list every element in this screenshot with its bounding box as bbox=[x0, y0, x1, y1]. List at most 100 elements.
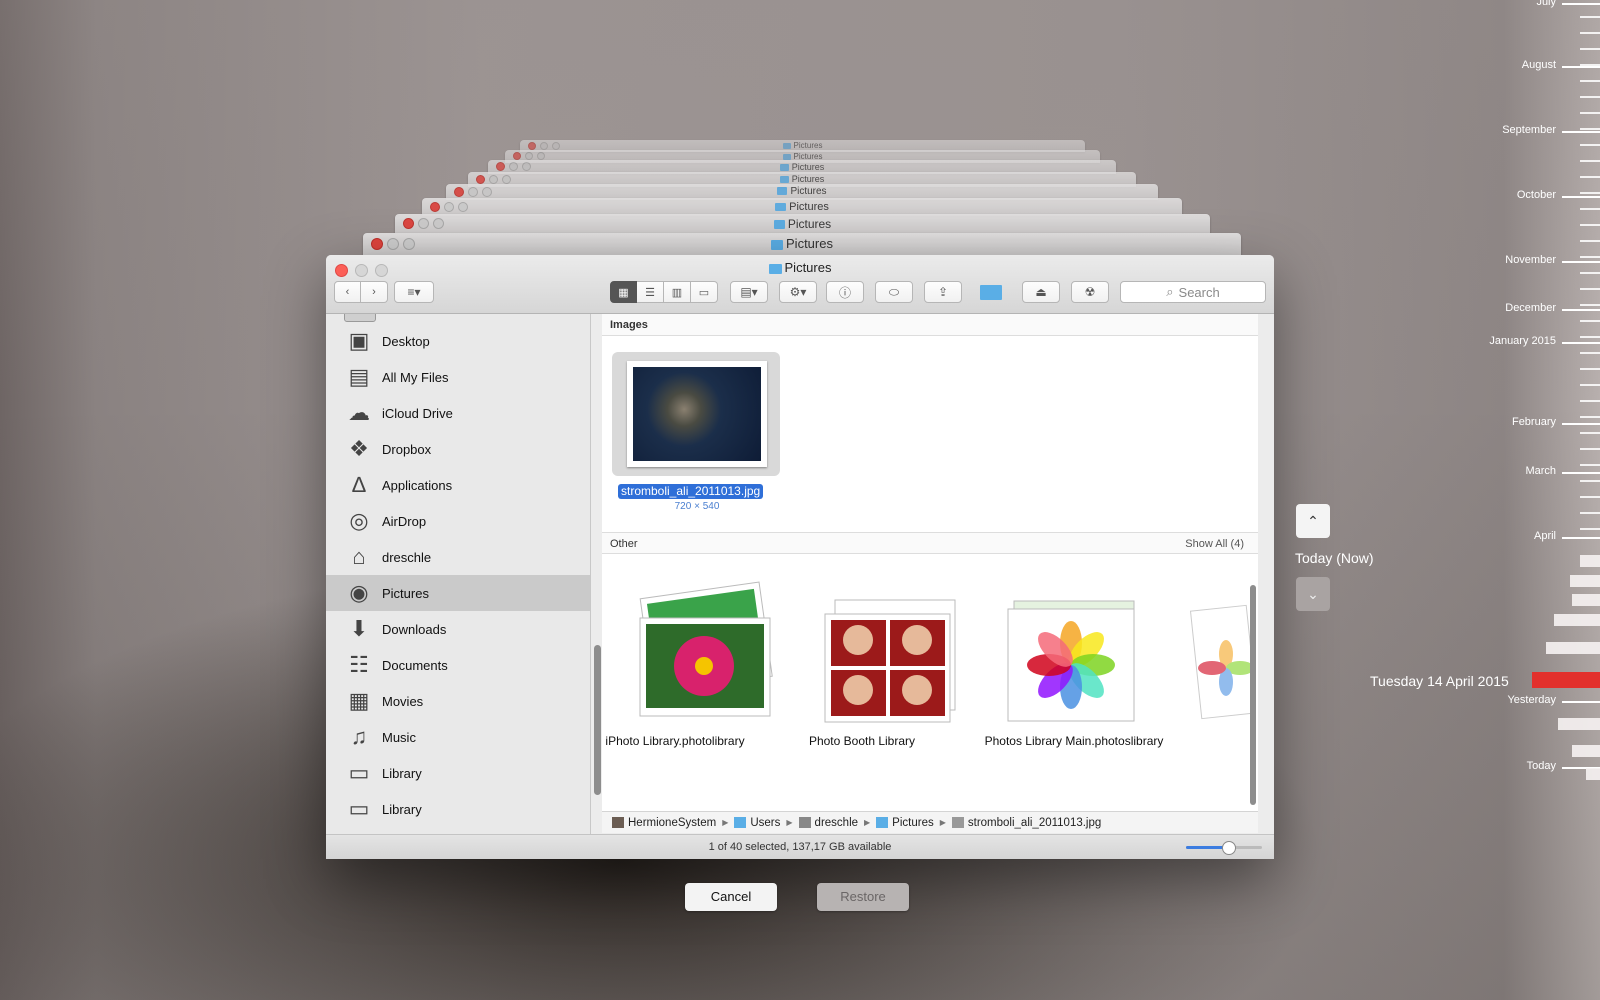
sidebar-item-icloud-drive[interactable]: ☁ iCloud Drive bbox=[326, 395, 590, 431]
column-view-button[interactable]: ▥ bbox=[664, 281, 691, 303]
icon-size-slider[interactable] bbox=[1186, 841, 1262, 855]
timeline-backup-bar[interactable] bbox=[1586, 768, 1600, 780]
partial-library-icon[interactable] bbox=[1186, 604, 1256, 722]
cover-flow-button[interactable]: ▭ bbox=[691, 281, 718, 303]
path-separator-icon: ▶ bbox=[786, 818, 793, 827]
group-menu-button[interactable]: ▤▾ bbox=[730, 281, 768, 303]
timeline-backup-bar[interactable] bbox=[1546, 642, 1600, 654]
sidebar-item-all-my-files[interactable]: ▤ All My Files bbox=[326, 359, 590, 395]
timeline-month-label[interactable]: March bbox=[1525, 465, 1556, 477]
path-segment-label: stromboli_ali_2011013.jpg bbox=[967, 816, 1102, 829]
action-menu-button[interactable]: ⚙▾ bbox=[779, 281, 817, 303]
sidebar-item-desktop[interactable]: ▣ Desktop bbox=[326, 323, 590, 359]
forward-button[interactable]: › bbox=[361, 281, 388, 303]
share-button[interactable]: ⇪ bbox=[924, 281, 962, 303]
file-name-label[interactable]: stromboli_ali_2011013.jpg bbox=[618, 484, 764, 499]
timeline-backup-bar[interactable] bbox=[1572, 594, 1600, 606]
timeline-month-label[interactable]: Today bbox=[1527, 760, 1556, 772]
sidebar-item-music[interactable]: ♫ Music bbox=[326, 719, 590, 755]
sidebar-item-airdrop[interactable]: ◎ AirDrop bbox=[326, 503, 590, 539]
icon-size-slider-knob[interactable] bbox=[1221, 841, 1236, 855]
chevron-down-icon: ⌄ bbox=[1307, 585, 1319, 602]
timeline-month-label[interactable]: January 2015 bbox=[1489, 335, 1556, 347]
timeline-month-label[interactable]: August bbox=[1522, 59, 1556, 71]
image-thumbnail-selected[interactable] bbox=[612, 352, 780, 476]
timeline-tick bbox=[1580, 432, 1600, 434]
timeline-backup-bar[interactable] bbox=[1558, 718, 1600, 730]
timeline-month-label[interactable]: September bbox=[1502, 124, 1556, 136]
photo-booth-library-label: Photo Booth Library bbox=[808, 734, 916, 748]
cancel-button[interactable]: Cancel bbox=[685, 883, 777, 911]
content-scrollbar[interactable] bbox=[1250, 585, 1256, 805]
timeline-month-label[interactable]: December bbox=[1505, 302, 1556, 314]
arrange-menu-button[interactable]: ≡▾ bbox=[394, 281, 434, 303]
sidebar-item-library[interactable]: ▭ Library bbox=[326, 791, 590, 827]
timeline-current-marker[interactable] bbox=[1532, 672, 1600, 688]
timeline-tick bbox=[1580, 208, 1600, 210]
eject-button[interactable]: ⏏ bbox=[1022, 281, 1060, 303]
home-icon: ⌂ bbox=[352, 544, 366, 569]
path-segment-label: Users bbox=[750, 816, 781, 829]
path-segment[interactable]: Pictures bbox=[876, 817, 934, 829]
sidebar-item-dropbox[interactable]: ❖ Dropbox bbox=[326, 431, 590, 467]
timeline-backup-bar[interactable] bbox=[1554, 614, 1600, 626]
path-segment[interactable]: dreschle bbox=[798, 817, 858, 829]
timeline-down-button[interactable]: ⌄ bbox=[1296, 577, 1330, 611]
sidebar-item-label: Desktop bbox=[382, 333, 430, 349]
timeline-month-label[interactable]: Yesterday bbox=[1507, 694, 1556, 706]
path-segment[interactable]: HermioneSystem bbox=[612, 817, 716, 829]
history-window[interactable]: Pictures bbox=[363, 233, 1241, 255]
timeline-tick bbox=[1580, 96, 1600, 98]
images-section-header: Images bbox=[602, 314, 1258, 336]
downloads-icon: ⬇ bbox=[349, 616, 369, 641]
sidebar-item-pictures[interactable]: ◉ Pictures bbox=[326, 575, 590, 611]
back-button[interactable]: ‹ bbox=[334, 281, 361, 303]
timeline-backup-bar[interactable] bbox=[1570, 575, 1600, 587]
drive-icon bbox=[612, 817, 624, 828]
restore-button[interactable]: Restore bbox=[817, 883, 909, 911]
sidebar-scrollbar[interactable] bbox=[594, 645, 601, 795]
burn-button[interactable]: ☢ bbox=[1071, 281, 1109, 303]
timeline-month-tick bbox=[1562, 423, 1600, 425]
sidebar-item-downloads[interactable]: ⬇ Downloads bbox=[326, 611, 590, 647]
sidebar-item-label: dreschle bbox=[382, 549, 432, 565]
timeline-month-label[interactable]: February bbox=[1512, 416, 1556, 428]
list-icon: ☰ bbox=[645, 286, 655, 299]
path-separator-icon: ▶ bbox=[864, 818, 871, 827]
icon-view-button[interactable]: ▦ bbox=[610, 281, 637, 303]
timeline-up-button[interactable]: ⌃ bbox=[1296, 504, 1330, 538]
sidebar-item-applications[interactable]: ∆ Applications bbox=[326, 467, 590, 503]
chevron-left-icon: ‹ bbox=[345, 286, 350, 298]
timeline-month-label[interactable]: November bbox=[1505, 254, 1556, 266]
photos-library-icon[interactable] bbox=[1004, 597, 1144, 727]
camera-icon: ◉ bbox=[349, 580, 369, 605]
show-all-link[interactable]: Show All (4) bbox=[1185, 533, 1244, 555]
sidebar-item-documents[interactable]: ☷ Documents bbox=[326, 647, 590, 683]
info-icon: ⓘ bbox=[838, 285, 851, 300]
sidebar-item-movies[interactable]: ▦ Movies bbox=[326, 683, 590, 719]
get-info-button[interactable]: ⓘ bbox=[826, 281, 864, 303]
sidebar-item-dreschle[interactable]: ⌂ dreschle bbox=[326, 539, 590, 575]
timeline-tick bbox=[1580, 32, 1600, 34]
sidebar-item-library[interactable]: ▭ Library bbox=[326, 755, 590, 791]
timeline-month-label[interactable]: July bbox=[1536, 0, 1556, 8]
search-field[interactable]: ⌕ Search bbox=[1120, 281, 1266, 303]
timeline-tick bbox=[1580, 528, 1600, 530]
timeline-month-tick bbox=[1562, 309, 1600, 311]
image-file-icon bbox=[951, 817, 964, 828]
photo-booth-library-icon[interactable] bbox=[820, 594, 960, 729]
tag-button[interactable]: ⬭ bbox=[875, 281, 913, 303]
timeline-month-label[interactable]: April bbox=[1534, 530, 1556, 542]
new-folder-button[interactable] bbox=[973, 281, 1011, 303]
list-view-button[interactable]: ☰ bbox=[637, 281, 664, 303]
path-segment[interactable]: stromboli_ali_2011013.jpg bbox=[951, 816, 1102, 829]
window-title: Pictures bbox=[326, 260, 1274, 275]
path-bar: HermioneSystem ▶ Users ▶ dreschle ▶ Pictures ▶ s… bbox=[602, 811, 1258, 833]
history-window[interactable]: Pictures bbox=[395, 214, 1210, 234]
history-window-title: Pictures bbox=[786, 236, 833, 251]
timeline-month-label[interactable]: October bbox=[1517, 189, 1556, 201]
iphoto-library-icon[interactable] bbox=[632, 576, 782, 726]
timeline-backup-bar[interactable] bbox=[1572, 745, 1600, 757]
timeline-backup-bar[interactable] bbox=[1580, 555, 1600, 567]
path-segment[interactable]: Users bbox=[734, 817, 780, 829]
